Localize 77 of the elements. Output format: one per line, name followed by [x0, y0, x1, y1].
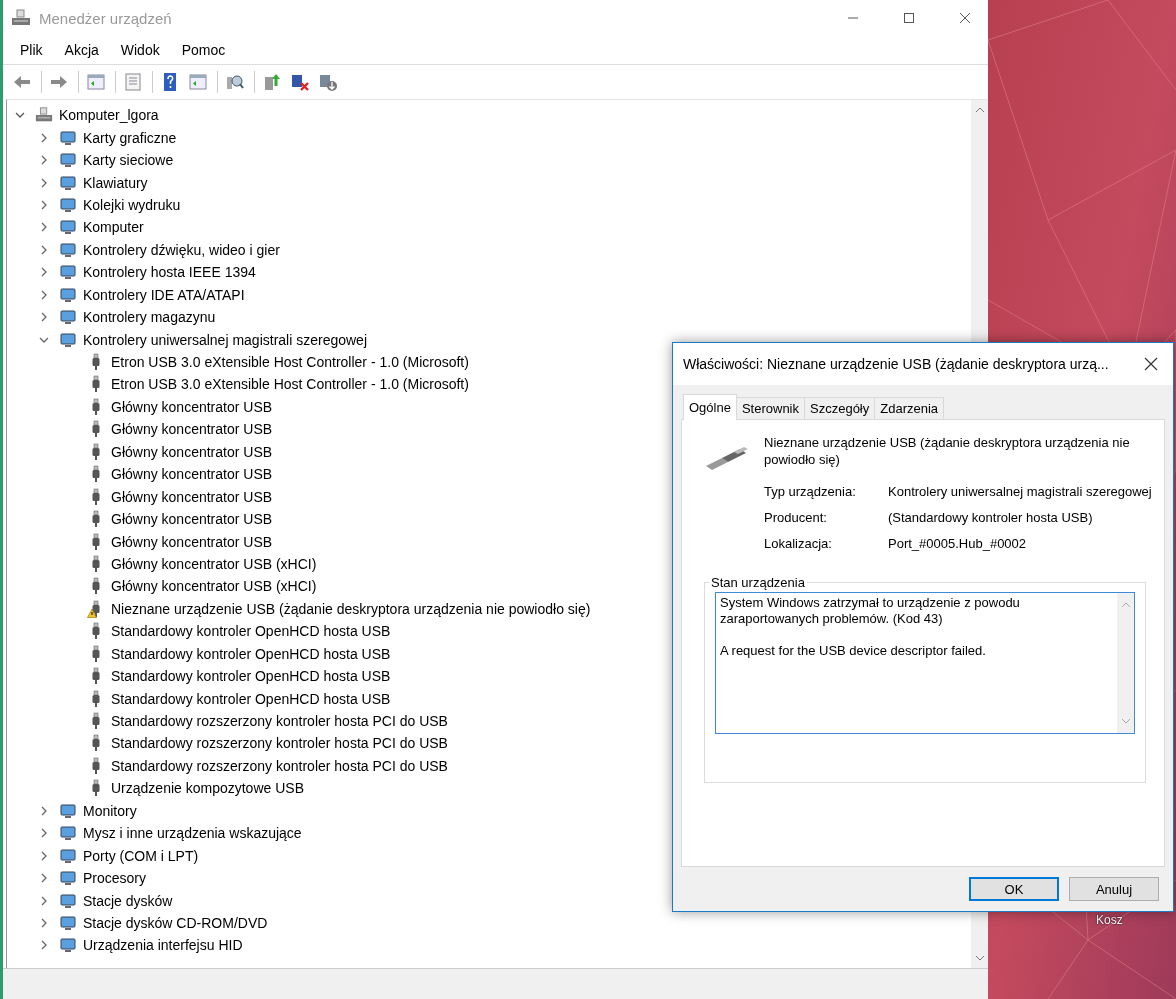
- tree-item[interactable]: Stacje dysków CD-ROM/DVD: [7, 911, 971, 935]
- document-icon: [123, 72, 143, 92]
- tree-item[interactable]: Urządzenia interfejsu HID: [7, 934, 971, 957]
- device-icon: [59, 846, 77, 865]
- tree-item[interactable]: Karty sieciowe: [7, 148, 971, 172]
- tree-item[interactable]: Mysz i inne urządzenia wskazujące: [7, 822, 971, 845]
- tree-item[interactable]: Kontrolery magazynu: [7, 305, 971, 329]
- property-label: Producent:: [764, 510, 828, 525]
- menu-item[interactable]: Plik: [13, 42, 50, 58]
- dialog-title: Właściwości: Nieznane urządzenie USB (żądanie deskryptora urzą...: [683, 356, 1110, 372]
- device-icon: [59, 891, 77, 910]
- device-icon: [59, 195, 77, 214]
- device-icon: [59, 285, 77, 304]
- device-icon: [59, 801, 77, 820]
- close-icon: [1144, 357, 1158, 371]
- usb-connector-icon: [704, 444, 748, 470]
- property-value: Port_#0005.Hub_#0002: [888, 536, 1028, 551]
- panel-icon: [86, 72, 106, 92]
- property-label: Typ urządzenia:: [764, 484, 857, 499]
- panel-icon: [188, 72, 208, 92]
- device-icon: [59, 151, 77, 170]
- menu-item[interactable]: Pomoc: [174, 42, 233, 58]
- menu-item[interactable]: Widok: [113, 42, 167, 58]
- property-value: (Standardowy kontroler hosta USB): [888, 510, 1094, 525]
- scroll-up-icon: [1120, 601, 1131, 609]
- tree-item[interactable]: Kontrolery IDE ATA/ATAPI: [7, 283, 971, 306]
- menu-item[interactable]: Akcja: [57, 42, 106, 58]
- scroll-down-icon: [974, 954, 985, 962]
- tree-item[interactable]: Kolejki wydruku: [7, 193, 971, 217]
- tree-item[interactable]: Kontrolery hosta IEEE 1394: [7, 261, 971, 284]
- device-icon: [59, 913, 77, 932]
- tab[interactable]: Szczegóły: [804, 397, 876, 419]
- device-icon: [59, 218, 77, 237]
- cancel-button[interactable]: Anuluj: [1069, 877, 1159, 901]
- scroll-up-icon: [974, 106, 985, 114]
- tab[interactable]: Ogólne: [683, 394, 737, 420]
- tree-item[interactable]: Komputer: [7, 216, 971, 239]
- device-icon: [59, 263, 77, 282]
- group-title: Stan urządzenia: [710, 575, 806, 590]
- update-icon: [262, 72, 282, 92]
- tab[interactable]: Zdarzenia: [874, 397, 945, 419]
- device-icon: [59, 936, 77, 955]
- tree-item[interactable]: Komputer_lgora: [7, 104, 971, 127]
- device-icon: [59, 869, 77, 888]
- tree-item[interactable]: Kontrolery uniwersalnej magistrali szeregowej: [7, 328, 971, 351]
- tree-item[interactable]: Urządzenie kompozytowe USB: [7, 777, 971, 800]
- disable-icon: [290, 72, 310, 92]
- device-icon: [59, 173, 77, 192]
- tree-item[interactable]: Klawiatury: [7, 171, 971, 194]
- property-value: Kontrolery uniwersalnej magistrali szeregowej: [888, 484, 1152, 499]
- tree-item[interactable]: Główny koncentrator USB (xHCI): [7, 552, 971, 576]
- tree-item[interactable]: Stacje dysków: [7, 889, 971, 912]
- tree-item[interactable]: Monitory: [7, 799, 971, 822]
- device-icon: [59, 824, 77, 843]
- device-icon: [59, 308, 77, 327]
- device-icon: [59, 240, 77, 259]
- computer-icon: [11, 9, 31, 27]
- tree-item[interactable]: Standardowy rozszerzony kontroler hosta PCI do USB: [7, 754, 971, 778]
- tree-item[interactable]: Standardowy rozszerzony kontroler hosta PCI do USB: [7, 732, 971, 755]
- maximize-icon: [903, 12, 915, 24]
- property-label: Lokalizacja:: [764, 536, 833, 551]
- tree-item[interactable]: Karty graficzne: [7, 126, 971, 149]
- download-icon: [318, 72, 338, 92]
- desktop-icon-label[interactable]: Kosz: [1096, 913, 1123, 927]
- status-text-field[interactable]: System Windows zatrzymał to urządzenie z powodu zaraportowanych problemów. (Kod 43) A request for the USB device descriptor failed.: [715, 592, 1135, 734]
- tree-item[interactable]: Kontrolery dźwięku, wideo i gier: [7, 238, 971, 262]
- device-icon: [59, 128, 77, 147]
- close-icon: [959, 12, 971, 24]
- scan-icon: [225, 72, 245, 92]
- tree-item[interactable]: Porty (COM i LPT): [7, 844, 971, 867]
- tree-item[interactable]: Procesory: [7, 866, 971, 890]
- device-name: Nieznane urządzenie USB (żądanie deskryptora urządzenia nie powiodło się): [764, 434, 1131, 468]
- scroll-down-icon: [1120, 717, 1131, 725]
- device-icon: [59, 330, 77, 349]
- tree-item[interactable]: Etron USB 3.0 eXtensible Host Controller - 1.0 (Microsoft): [7, 373, 971, 396]
- ok-button[interactable]: OK: [969, 877, 1059, 901]
- window-title: Menedżer urządzeń: [39, 9, 172, 27]
